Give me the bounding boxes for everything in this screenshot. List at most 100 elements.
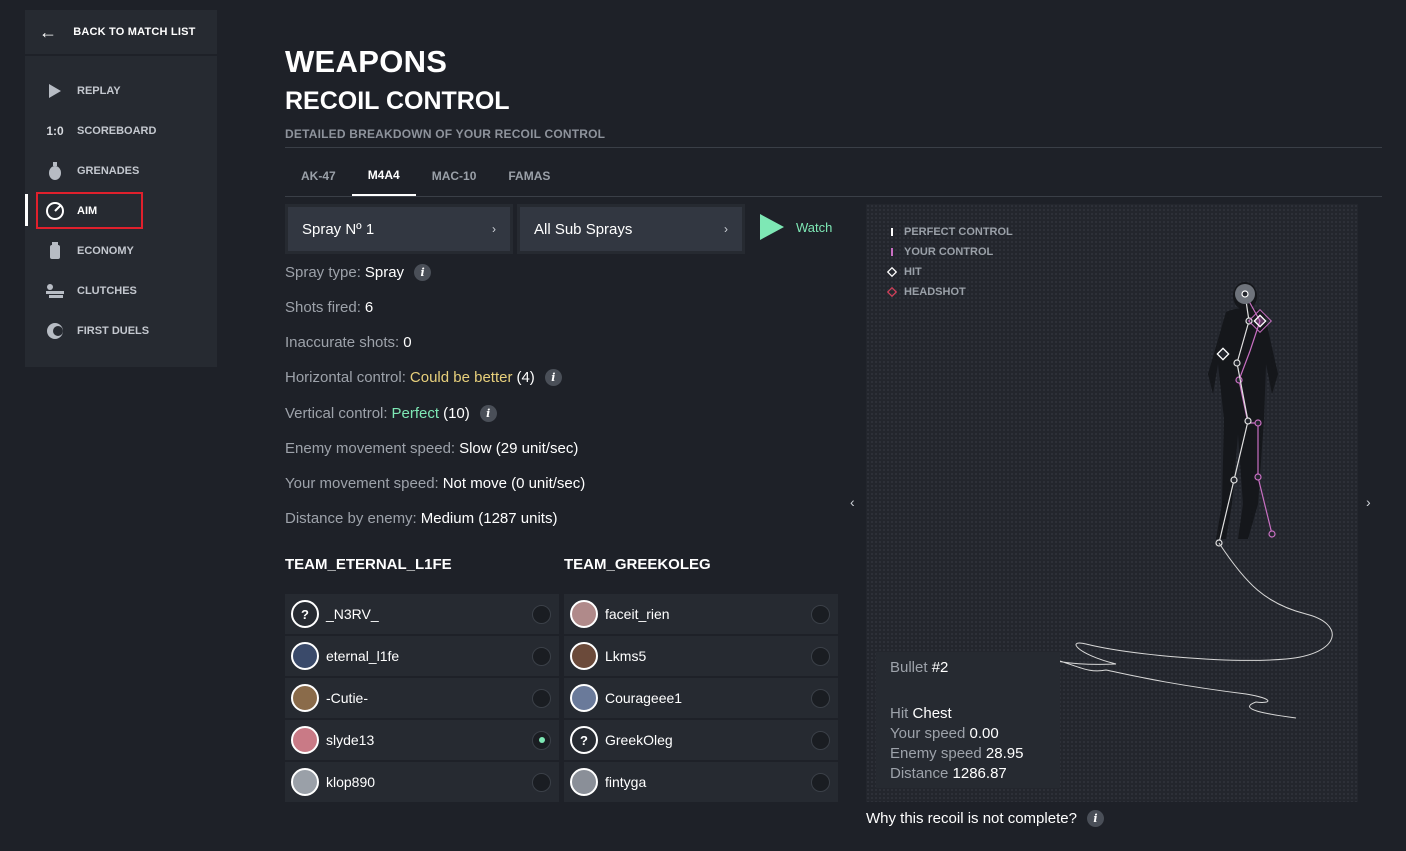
player-select-radio[interactable] — [532, 772, 551, 792]
player-name: GreekOleg — [605, 732, 673, 748]
white-line-icon — [885, 228, 898, 236]
detail-label: Distance — [890, 765, 949, 782]
player-row[interactable]: eternal_l1fe — [285, 636, 559, 678]
player-name: eternal_l1fe — [326, 648, 400, 664]
shot-marker — [1254, 419, 1262, 427]
stat-vertical-control: Vertical control: Perfect (10) i — [285, 405, 497, 422]
white-diamond-icon — [885, 266, 898, 278]
play-icon — [45, 81, 65, 101]
info-icon[interactable]: i — [414, 264, 432, 281]
player-name: faceit_rien — [605, 606, 670, 622]
sidebar-item-clutches[interactable]: CLUTCHES — [25, 271, 217, 311]
player-select-radio[interactable] — [532, 688, 551, 708]
economy-icon — [45, 241, 65, 261]
stat-value: Spray — [364, 264, 405, 281]
player-name: _N3RV_ — [326, 606, 379, 622]
stat-label: Enemy movement speed: — [285, 440, 456, 457]
player-select-radio[interactable] — [811, 772, 830, 792]
legend-item: HIT — [885, 262, 1013, 282]
next-bullet-button[interactable]: › — [1366, 494, 1371, 510]
active-indicator — [25, 194, 28, 226]
sidebar-item-replay[interactable]: REPLAY — [25, 71, 217, 111]
player-row[interactable]: faceit_rien — [564, 594, 838, 636]
player-select-radio[interactable] — [811, 688, 830, 708]
player-row[interactable]: -Cutie- — [285, 678, 559, 720]
stat-score: (10) — [443, 405, 470, 422]
shot-marker — [1233, 359, 1241, 367]
sidebar-item-scoreboard[interactable]: 1:0 SCOREBOARD — [25, 111, 217, 151]
stat-label: Shots fired: — [285, 299, 361, 316]
player-name: Courageee1 — [605, 690, 683, 706]
shot-marker — [1254, 473, 1262, 481]
info-icon[interactable]: i — [479, 405, 497, 422]
avatar — [291, 684, 319, 712]
detail-label: Enemy speed — [890, 745, 982, 762]
player-row[interactable]: Lkms5 — [564, 636, 838, 678]
player-select-radio[interactable] — [811, 646, 830, 666]
player-row[interactable]: Courageee1 — [564, 678, 838, 720]
stat-score: (4) — [516, 369, 535, 386]
back-label: BACK TO MATCH LIST — [73, 26, 196, 38]
player-select-radio[interactable] — [811, 730, 830, 750]
player-row[interactable]: ? _N3RV_ — [285, 594, 559, 636]
sidebar-item-label: REPLAY — [77, 85, 121, 97]
watch-label: Watch — [796, 219, 833, 235]
player-row[interactable]: fintyga — [564, 762, 838, 804]
stat-your-speed: Your movement speed: Not move (0 unit/se… — [285, 475, 585, 492]
info-icon[interactable]: i — [544, 369, 562, 386]
player-select-radio[interactable] — [532, 646, 551, 666]
detail-label: Hit — [890, 705, 909, 722]
stat-label: Inaccurate shots: — [285, 334, 400, 351]
player-row[interactable]: slyde13 — [285, 720, 559, 762]
info-icon[interactable]: i — [1086, 810, 1104, 827]
player-name: Lkms5 — [605, 648, 647, 664]
movement-trace — [1041, 542, 1333, 719]
tab-ak-47[interactable]: AK-47 — [285, 156, 352, 196]
spray-select[interactable]: Spray Nº 1 › — [285, 204, 513, 254]
grenade-icon — [45, 161, 65, 181]
legend-label: PERFECT CONTROL — [904, 226, 1013, 238]
stat-label: Horizontal control: — [285, 369, 406, 386]
sidebar-item-grenades[interactable]: GRENADES — [25, 151, 217, 191]
legend-label: HIT — [904, 266, 922, 278]
bullet-your-speed: Your speed 0.00 — [890, 724, 1046, 744]
watch-button[interactable]: Watch — [760, 214, 832, 240]
player-select-radio[interactable] — [532, 604, 551, 624]
pink-line-icon — [885, 248, 898, 256]
why-label: Why this recoil is not complete? — [866, 810, 1077, 827]
legend-item: YOUR CONTROL — [885, 242, 1013, 262]
why-incomplete-note: Why this recoil is not complete? i — [866, 810, 1104, 827]
player-name: -Cutie- — [326, 690, 369, 706]
sub-spray-select-value: All Sub Sprays — [534, 220, 633, 238]
stat-horizontal-control: Horizontal control: Could be better (4) … — [285, 369, 562, 386]
prev-bullet-button[interactable]: ‹ — [850, 494, 855, 510]
shot-marker — [1268, 530, 1276, 538]
tab-m4a4[interactable]: M4A4 — [351, 156, 416, 196]
scoreboard-icon: 1:0 — [46, 124, 64, 138]
page-description: DETAILED BREAKDOWN OF YOUR RECOIL CONTRO… — [285, 127, 606, 141]
tab-mac-10[interactable]: MAC-10 — [416, 156, 493, 196]
tab-famas[interactable]: FAMAS — [492, 156, 566, 196]
stat-label: Spray type: — [285, 264, 361, 281]
legend-item: PERFECT CONTROL — [885, 222, 1013, 242]
unknown-avatar-icon: ? — [570, 726, 598, 754]
player-select-radio[interactable] — [532, 730, 551, 750]
bullet-enemy-speed: Enemy speed 28.95 — [890, 744, 1046, 764]
player-name: slyde13 — [326, 732, 375, 748]
sidebar-item-economy[interactable]: ECONOMY — [25, 231, 217, 271]
sub-spray-select[interactable]: All Sub Sprays › — [517, 204, 745, 254]
stat-spray-type: Spray type: Spray i — [285, 264, 432, 281]
player-row[interactable]: ? GreekOleg — [564, 720, 838, 762]
player-name: klop890 — [326, 774, 376, 790]
player-row[interactable]: klop890 — [285, 762, 559, 804]
sidebar-item-first-duels[interactable]: FIRST DUELS — [25, 311, 217, 351]
page-title: WEAPONS — [285, 44, 448, 79]
bullet-number: #2 — [931, 659, 949, 676]
player-select-radio[interactable] — [811, 604, 830, 624]
stat-value: 0 — [403, 334, 412, 351]
play-icon — [760, 214, 784, 240]
bullet-title: Bullet #2 — [890, 658, 1046, 678]
sidebar-item-label: FIRST DUELS — [77, 325, 150, 337]
stat-shots-fired: Shots fired: 6 — [285, 299, 373, 316]
back-to-match-list-button[interactable]: ← BACK TO MATCH LIST — [25, 10, 217, 54]
